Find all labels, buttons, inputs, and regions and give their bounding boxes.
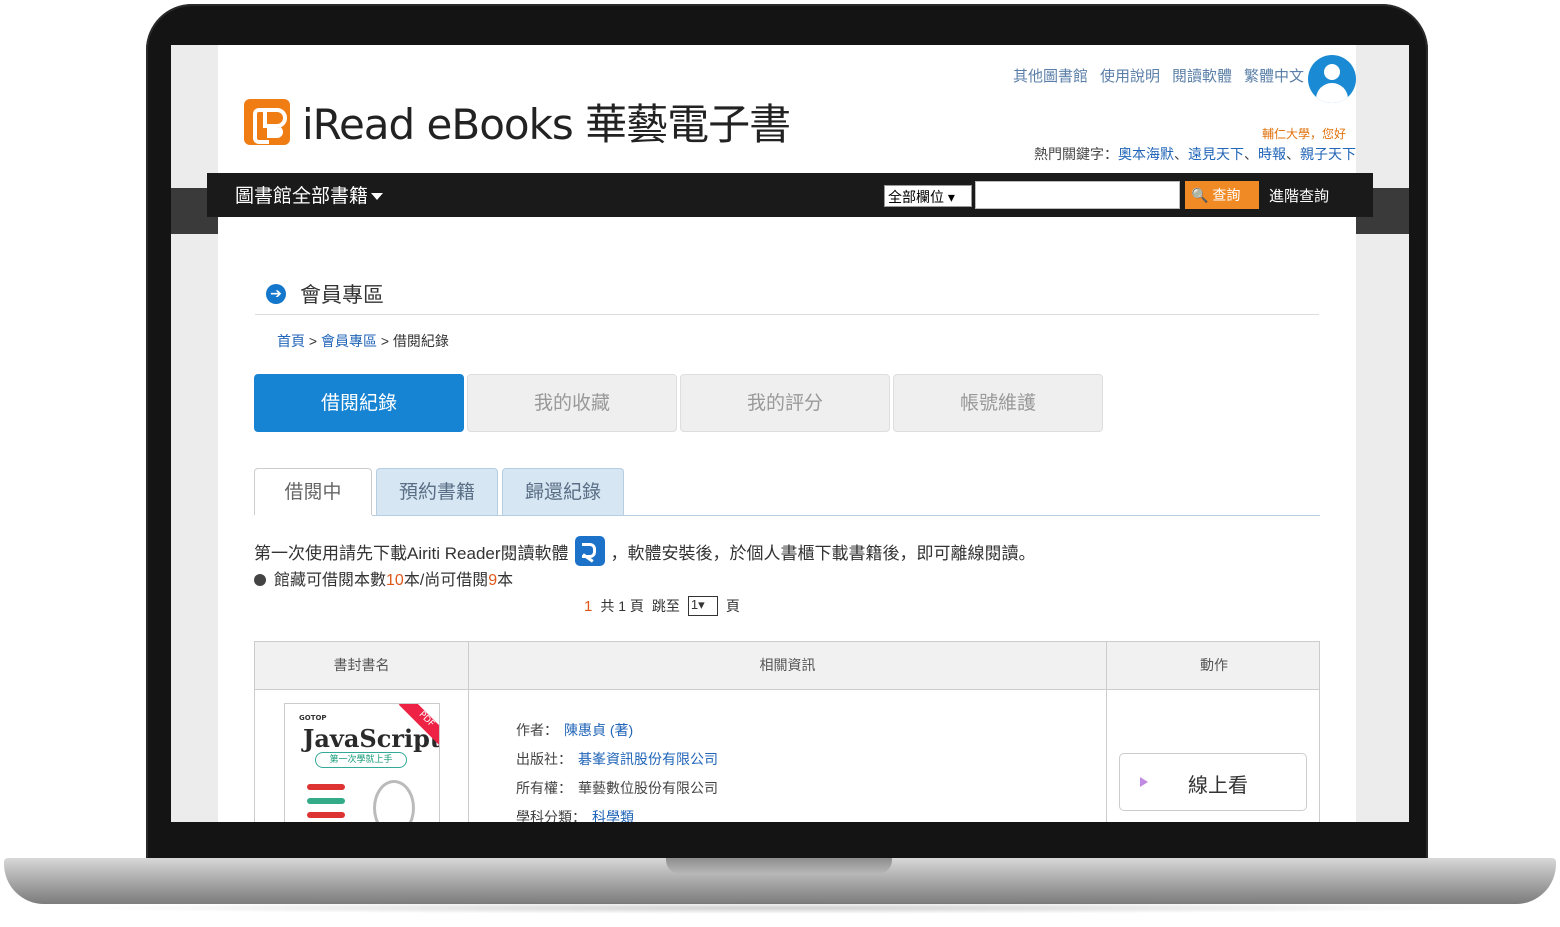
borrow-sub-tabs: 借閱中 預約書籍 歸還紀錄 xyxy=(254,468,625,515)
play-icon xyxy=(1140,777,1148,787)
pagination: 1 共 1 頁 跳至 1▾ 頁 xyxy=(584,596,740,616)
author-row: 作者： 陳惠貞 (著) xyxy=(516,722,634,738)
column-divider xyxy=(468,642,469,822)
subtab-divider xyxy=(372,515,1320,516)
link-language[interactable]: 繁體中文 xyxy=(1244,65,1304,86)
tab-my-favorites[interactable]: 我的收藏 xyxy=(467,374,677,432)
browser-screen: iRead eBooks 華藝電子書 其他圖書館 使用說明 閱讀軟體 繁體中文 … xyxy=(171,45,1409,822)
author-link[interactable]: 陳惠貞 (著) xyxy=(564,722,633,738)
header-cover-title: 書封書名 xyxy=(333,657,390,673)
cover-title: JavaScript xyxy=(303,724,440,753)
hot-keywords: 熱門關鍵字：奧本海默、遠見天下、時報、親子天下 xyxy=(1034,146,1356,162)
subtab-returned[interactable]: 歸還紀錄 xyxy=(502,468,625,515)
subtab-borrowing[interactable]: 借閱中 xyxy=(254,468,372,515)
navbar: 圖書館全部書籍 全部欄位 ▾ 🔍 查詢 進階查詢 xyxy=(207,173,1373,217)
user-greeting: 輔仁大學，您好 xyxy=(1261,127,1346,141)
hot-keyword-link[interactable]: 奧本海默 xyxy=(1118,146,1174,162)
laptop-shadow xyxy=(60,902,1500,914)
owner-row: 所有權： 華藝數位股份有限公司 xyxy=(516,780,718,796)
owner-value: 華藝數位股份有限公司 xyxy=(578,780,718,796)
arrow-right-icon: ➔ xyxy=(266,284,286,304)
search-input[interactable] xyxy=(975,181,1180,209)
link-other-libraries[interactable]: 其他圖書館 xyxy=(1013,65,1088,86)
quota-prefix: 館藏可借閱本數 xyxy=(274,572,387,589)
cover-illustration xyxy=(373,780,415,822)
reader-notice: 第一次使用請先下載Airiti Reader閱讀軟體 ，軟體安裝後，於個人書櫃下… xyxy=(254,536,1036,566)
header-info: 相關資訊 xyxy=(759,657,816,673)
tab-account[interactable]: 帳號維護 xyxy=(893,374,1103,432)
column-divider xyxy=(1106,642,1107,822)
airiti-reader-icon[interactable] xyxy=(574,536,605,566)
book-cover[interactable]: GOTOP JavaScript 第一次學就上手 PDF xyxy=(284,703,440,822)
read-online-button[interactable]: 線上看 xyxy=(1119,753,1307,811)
notice-text-before: 第一次使用請先下載Airiti Reader閱讀軟體 xyxy=(254,543,569,563)
subtab-reservations[interactable]: 預約書籍 xyxy=(376,468,499,515)
publisher-link[interactable]: 碁峯資訊股份有限公司 xyxy=(578,751,718,767)
header-action: 動作 xyxy=(1200,657,1228,673)
breadcrumb-member[interactable]: 會員專區 xyxy=(321,333,377,349)
breadcrumb: 首頁 > 會員專區 > 借閱紀錄 xyxy=(277,333,449,349)
search-field-select[interactable]: 全部欄位 ▾ xyxy=(884,185,972,207)
breadcrumb-home[interactable]: 首頁 xyxy=(277,333,305,349)
hot-keyword-link[interactable]: 親子天下 xyxy=(1300,146,1356,162)
cover-publisher: GOTOP xyxy=(299,714,327,722)
laptop-notch xyxy=(666,858,892,874)
notice-text-after: ，軟體安裝後，於個人書櫃下載書籍後，即可離線閱讀。 xyxy=(610,543,1036,563)
subject-row: 學科分類： 科學類 xyxy=(516,803,718,822)
subject-link[interactable]: 科學類 xyxy=(592,809,634,822)
cover-decoration xyxy=(307,798,345,804)
breadcrumb-current: 借閱紀錄 xyxy=(392,333,449,349)
tab-my-ratings[interactable]: 我的評分 xyxy=(680,374,890,432)
page-suffix: 頁 xyxy=(725,598,740,614)
read-online-label: 線上看 xyxy=(1188,775,1248,797)
page: iRead eBooks 華藝電子書 其他圖書館 使用說明 閱讀軟體 繁體中文 … xyxy=(218,45,1356,822)
caret-down-icon xyxy=(371,193,384,201)
ireader-logo-icon xyxy=(244,98,290,145)
page-select[interactable]: 1▾ xyxy=(687,596,718,616)
jump-label: 跳至 xyxy=(651,598,680,614)
hot-keyword-link[interactable]: 遠見天下 xyxy=(1188,146,1244,162)
bullet-icon xyxy=(254,574,266,586)
hot-keywords-label: 熱門關鍵字： xyxy=(1034,146,1118,162)
divider xyxy=(255,314,1319,315)
logo-text: iRead eBooks 華藝電子書 xyxy=(302,100,791,149)
section-header: ➔ 會員專區 xyxy=(266,279,384,309)
cover-decoration xyxy=(307,812,345,818)
total-pages: 共 1 頁 xyxy=(600,598,644,614)
advanced-search-link[interactable]: 進階查詢 xyxy=(1269,185,1329,206)
link-reader-software[interactable]: 閱讀軟體 xyxy=(1172,65,1232,86)
current-page[interactable]: 1 xyxy=(584,598,592,615)
member-tabs: 借閱紀錄 我的收藏 我的評分 帳號維護 xyxy=(254,374,1103,432)
site-logo[interactable]: iRead eBooks 華藝電子書 xyxy=(244,91,791,152)
quota-total: 10 xyxy=(386,572,404,589)
cover-decoration xyxy=(307,784,345,790)
quota-mid: 本/尚可借閱 xyxy=(403,572,489,589)
borrow-table: 書封書名 相關資訊 動作 GOTOP JavaScript 第一次學就上手 PD… xyxy=(254,641,1320,822)
table-header: 書封書名 相關資訊 動作 xyxy=(255,642,1319,690)
quota-remaining: 9 xyxy=(488,572,498,589)
tab-borrow-records[interactable]: 借閱紀錄 xyxy=(254,374,464,432)
library-menu[interactable]: 圖書館全部書籍 xyxy=(235,181,384,208)
hot-keyword-link[interactable]: 時報 xyxy=(1258,146,1286,162)
section-title: 會員專區 xyxy=(300,284,384,307)
search-button[interactable]: 🔍 查詢 xyxy=(1185,181,1259,209)
top-links: 其他圖書館 使用說明 閱讀軟體 繁體中文 xyxy=(1013,65,1304,86)
publisher-row: 出版社： 碁峯資訊股份有限公司 xyxy=(516,751,718,767)
quota-suffix: 本 xyxy=(497,572,514,589)
user-avatar-icon[interactable] xyxy=(1308,55,1356,103)
cover-subtitle: 第一次學就上手 xyxy=(315,752,407,768)
borrow-quota: 館藏可借閱本數10本/尚可借閱9本 xyxy=(254,566,513,590)
search-icon: 🔍 xyxy=(1191,187,1209,203)
book-info: 作者： 陳惠貞 (著) 出版社： 碁峯資訊股份有限公司 所有權： 華藝數位股份有限公司… xyxy=(516,716,718,822)
link-help[interactable]: 使用說明 xyxy=(1100,65,1160,86)
